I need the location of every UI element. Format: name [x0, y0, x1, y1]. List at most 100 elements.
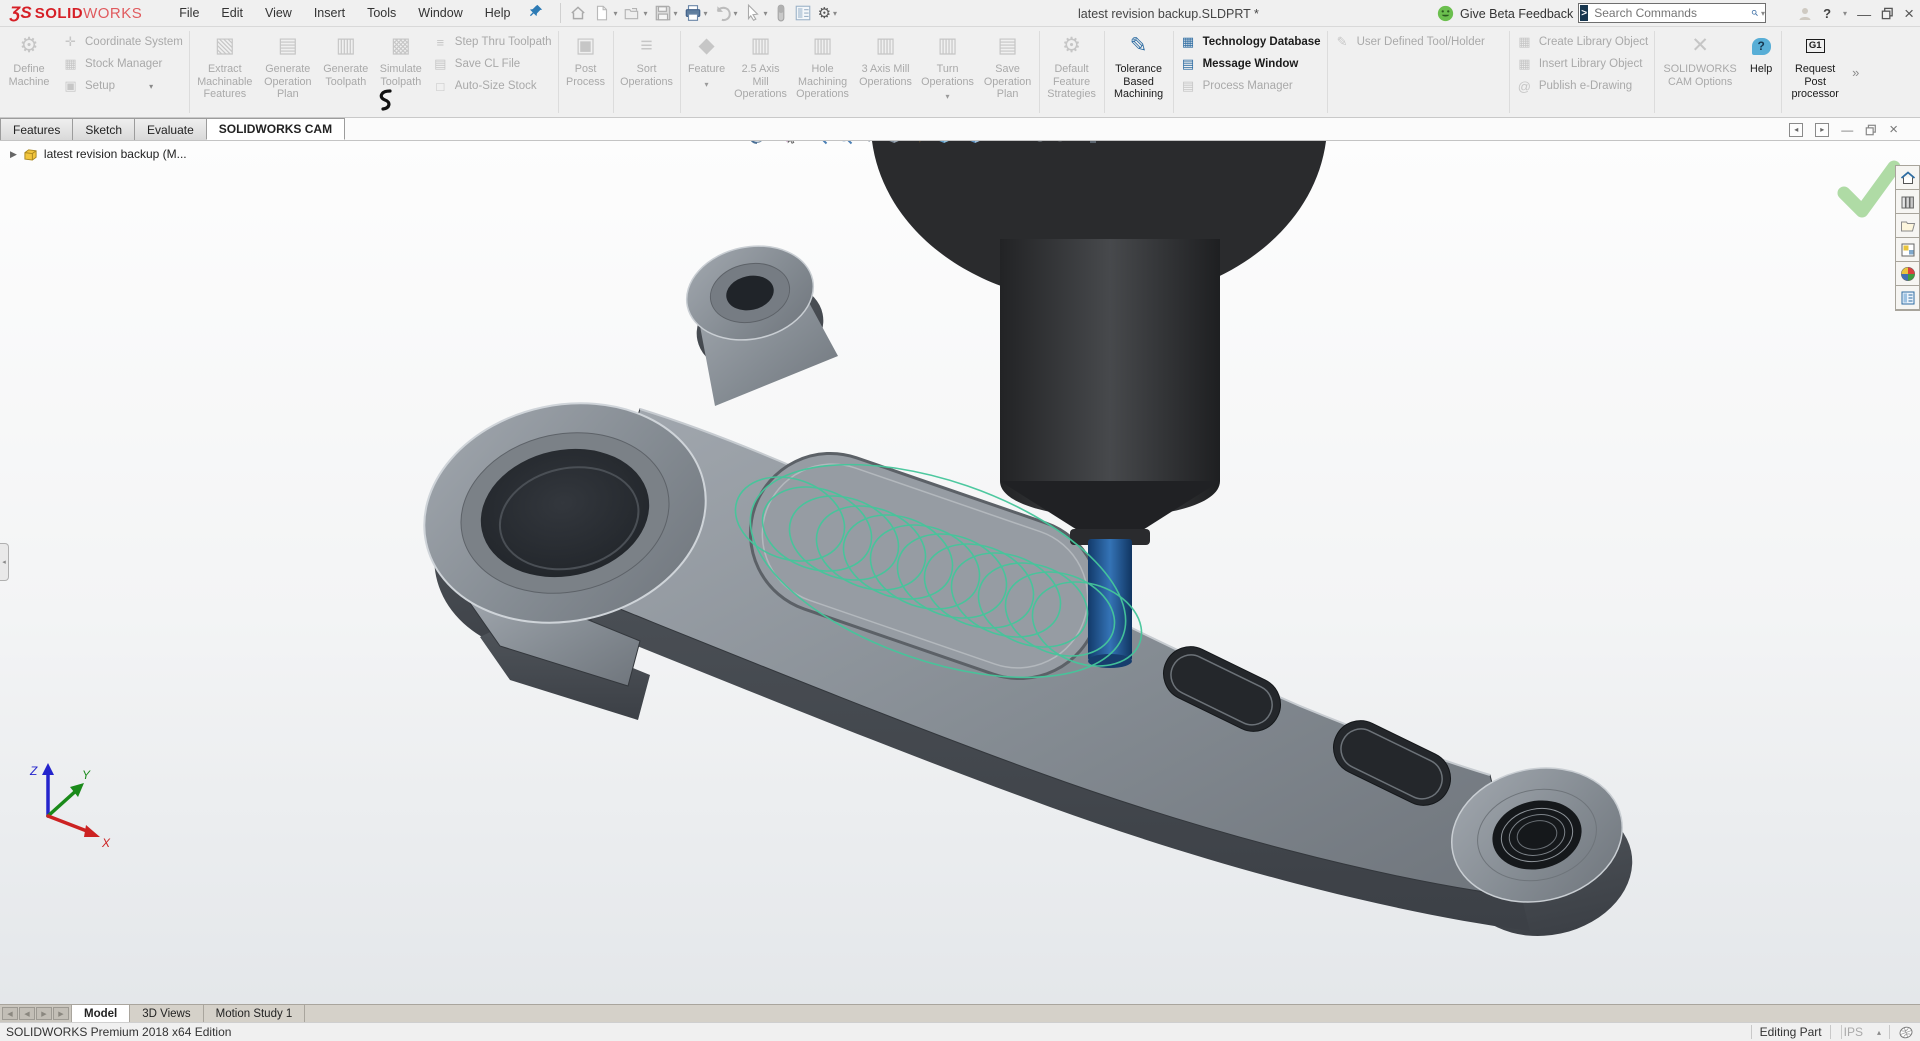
apply-scene-icon[interactable] — [1026, 141, 1048, 147]
ribbon-overflow-chevron[interactable]: » — [1846, 65, 1865, 80]
tolerance-based-machining-button[interactable]: ✎Tolerance Based Machining — [1107, 27, 1171, 117]
search-dropdown-caret[interactable]: ▾ — [1761, 9, 1765, 18]
tab-scroll-first[interactable]: ◀ — [2, 1007, 18, 1020]
login-user-icon[interactable] — [1797, 6, 1813, 22]
file-properties-button[interactable] — [792, 2, 814, 24]
search-commands-box[interactable]: > ▾ — [1578, 3, 1766, 23]
setup-button[interactable]: ▣Setup▾ — [62, 77, 183, 95]
model-scene[interactable]: Z Y X — [0, 141, 1920, 1004]
panel-splitter-handle[interactable]: ◂ — [0, 543, 9, 581]
beta-feedback-button[interactable]: Give Beta Feedback — [1437, 0, 1573, 27]
pin-menu-icon[interactable] — [529, 3, 544, 23]
resources-tab-icon[interactable] — [1896, 190, 1919, 214]
help-ribbon-button[interactable]: ?Help — [1743, 27, 1779, 117]
stock-manager-button[interactable]: ▦Stock Manager — [62, 55, 183, 73]
doc-minimize-button[interactable]: — — [1841, 123, 1853, 137]
generate-toolpath-button[interactable]: ▥Generate Toolpath — [318, 27, 374, 117]
tab-scroll-last[interactable]: ▶ — [53, 1007, 69, 1020]
user-defined-tool-holder-button[interactable]: ✎User Defined Tool/Holder — [1334, 33, 1503, 51]
select-button[interactable]: ▾ — [742, 2, 770, 24]
undo-button[interactable]: ▾ — [712, 2, 740, 24]
edit-appearance-icon[interactable]: ▾ — [933, 141, 961, 147]
restore-button[interactable] — [1881, 7, 1894, 20]
tab-sketch[interactable]: Sketch — [72, 118, 135, 140]
create-library-object-button[interactable]: ▦Create Library Object — [1516, 33, 1648, 51]
default-feature-strategies-button[interactable]: ⚙Default Feature Strategies — [1042, 27, 1102, 117]
menu-file[interactable]: File — [170, 2, 208, 24]
appearances-tab-icon[interactable] — [1896, 262, 1919, 286]
tab-motion-study[interactable]: Motion Study 1 — [204, 1005, 306, 1022]
print-button[interactable]: ▾ — [682, 2, 710, 24]
generate-operation-plan-button[interactable]: ▤Generate Operation Plan — [258, 27, 318, 117]
section-view-icon[interactable] — [883, 141, 905, 147]
step-thru-toolpath-button[interactable]: ≡Step Thru Toolpath — [432, 33, 552, 51]
feature-button[interactable]: ◆Feature▾ — [683, 27, 731, 117]
mill-25axis-operations-button[interactable]: ▥2.5 Axis Mill Operations — [731, 27, 791, 117]
doc-restore-button[interactable] — [1865, 124, 1877, 136]
help-button[interactable]: ? — [1823, 6, 1831, 21]
tab-scroll-prev[interactable]: ◀ — [19, 1007, 35, 1020]
search-icon[interactable] — [1751, 5, 1759, 21]
doc-close-button[interactable]: × — [1889, 121, 1898, 138]
selection-filter-icon[interactable]: ▾ — [777, 141, 805, 147]
cam-options-button[interactable]: ✕SOLIDWORKS CAM Options — [1657, 27, 1743, 117]
process-manager-button[interactable]: ▤Process Manager — [1180, 77, 1321, 95]
minimize-button[interactable]: — — [1857, 6, 1871, 22]
publish-edrawing-button[interactable]: @Publish e-Drawing — [1516, 77, 1648, 95]
graphics-area[interactable]: Z Y X ▶ latest revision backup (M... ▾ ▾… — [0, 141, 1920, 1004]
home-tab-icon[interactable] — [1896, 166, 1919, 190]
setup-dropdown-caret[interactable]: ▾ — [149, 82, 153, 91]
feature-dropdown-caret[interactable]: ▾ — [705, 79, 709, 92]
menu-edit[interactable]: Edit — [212, 2, 252, 24]
new-document-button[interactable]: ▾ — [591, 2, 619, 24]
open-document-button[interactable]: ▾ — [621, 2, 649, 24]
insert-library-object-button[interactable]: ▦Insert Library Object — [1516, 55, 1648, 73]
turn-dropdown-caret[interactable]: ▾ — [946, 91, 950, 104]
post-process-button[interactable]: ▣Post Process — [561, 27, 611, 117]
hide-show-items-icon[interactable]: ▾ — [995, 141, 1023, 147]
options-button[interactable]: ⚙▾ — [816, 2, 839, 24]
view-orientation-icon[interactable]: ▾ — [964, 141, 992, 147]
menu-view[interactable]: View — [256, 2, 301, 24]
tab-solidworks-cam[interactable]: SOLIDWORKS CAM — [206, 118, 345, 140]
zoom-area-icon[interactable] — [833, 141, 855, 147]
design-library-tab-icon[interactable] — [1896, 214, 1919, 238]
sort-operations-button[interactable]: ≡Sort Operations — [616, 27, 678, 117]
tree-expand-icon[interactable]: ▶ — [10, 149, 17, 160]
coordinate-system-button[interactable]: ✛Coordinate System — [62, 33, 183, 51]
tab-3d-views[interactable]: 3D Views — [130, 1005, 203, 1022]
message-window-button[interactable]: ▤Message Window — [1180, 55, 1321, 73]
turn-operations-button[interactable]: ▥Turn Operations▾ — [917, 27, 979, 117]
rebuild-button[interactable] — [772, 2, 790, 24]
request-post-processor-button[interactable]: G1Request Post processor — [1784, 27, 1846, 117]
view-settings-icon[interactable]: ▾ — [1051, 141, 1079, 147]
previous-view-icon[interactable] — [858, 141, 880, 147]
home-button[interactable] — [567, 2, 589, 24]
unit-system-label[interactable]: IPS — [1844, 1025, 1863, 1039]
help-dropdown-caret[interactable]: ▾ — [1843, 9, 1847, 18]
tab-model[interactable]: Model — [71, 1005, 130, 1022]
search-commands-input[interactable] — [1592, 5, 1751, 21]
save-cl-file-button[interactable]: ▤Save CL File — [432, 55, 552, 73]
menu-window[interactable]: Window — [409, 2, 471, 24]
tab-features[interactable]: Features — [0, 118, 73, 140]
close-button[interactable]: × — [1904, 4, 1914, 24]
view-palette-tab-icon[interactable] — [1896, 238, 1919, 262]
hole-machining-operations-button[interactable]: ▥Hole Machining Operations — [791, 27, 855, 117]
save-operation-plan-button[interactable]: ▤Save Operation Plan — [979, 27, 1037, 117]
extract-machinable-features-button[interactable]: ▧Extract Machinable Features — [192, 27, 258, 117]
units-dropdown-caret[interactable]: ▴ — [1877, 1028, 1881, 1037]
mill-3axis-operations-button[interactable]: ▥3 Axis Mill Operations — [855, 27, 917, 117]
annotations-icon[interactable]: A — [908, 141, 930, 147]
prev-document-button[interactable]: ◂ — [1789, 123, 1803, 137]
confirmation-check-icon[interactable] — [1844, 167, 1894, 211]
menu-help[interactable]: Help — [476, 2, 520, 24]
custom-properties-tab-icon[interactable] — [1896, 286, 1919, 310]
define-machine-button[interactable]: ⚙ Define Machine — [0, 27, 58, 117]
tab-evaluate[interactable]: Evaluate — [134, 118, 207, 140]
zoom-fit-icon[interactable] — [808, 141, 830, 147]
auto-size-stock-button[interactable]: □Auto-Size Stock — [432, 77, 552, 95]
camera-view-icon[interactable]: ▾ — [1082, 141, 1110, 147]
next-document-button[interactable]: ▸ — [1815, 123, 1829, 137]
feature-tree-root[interactable]: ▶ latest revision backup (M... — [10, 147, 187, 161]
